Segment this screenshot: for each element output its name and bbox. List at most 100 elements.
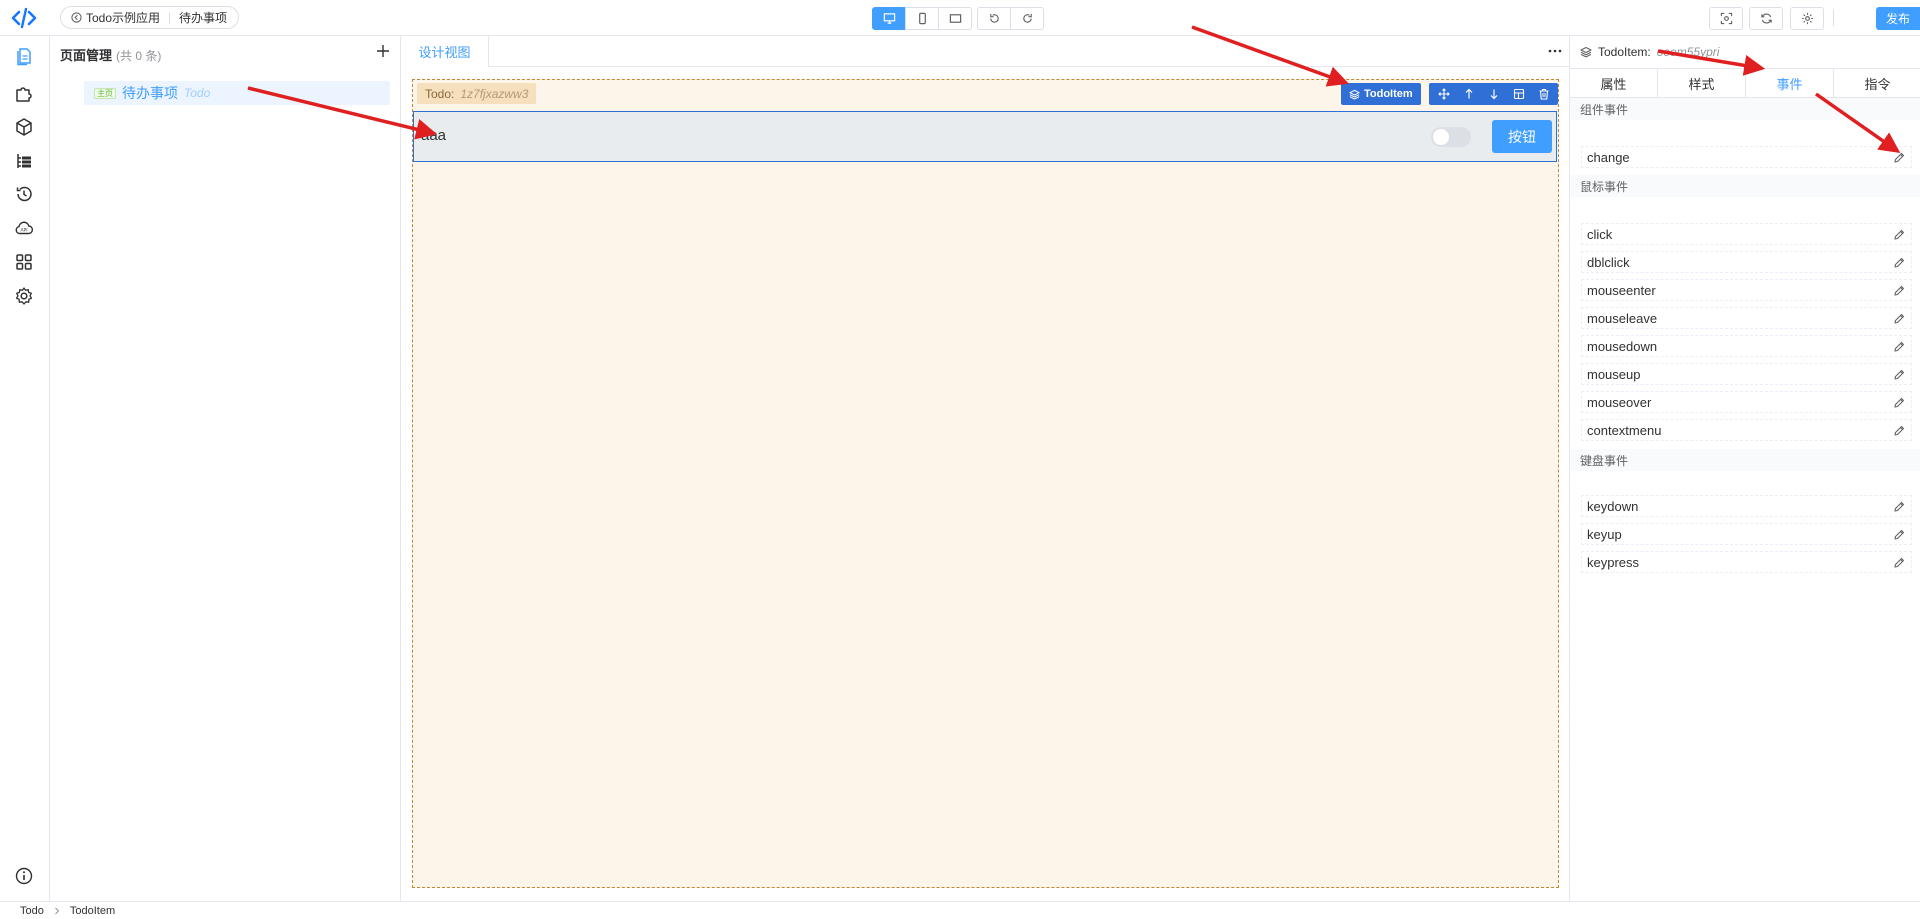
event-name: keyup [1587,526,1622,542]
root-component-id: 1z7fjxazww3 [460,86,529,101]
event-row-mousedown[interactable]: mousedown [1581,335,1912,357]
config-rail-button[interactable] [12,284,36,308]
about-rail-button[interactable] [12,864,36,888]
plus-icon [377,45,389,57]
refresh-icon [1760,13,1772,24]
edit-pencil-icon[interactable] [1893,152,1905,164]
todo-done-switch[interactable] [1431,127,1471,147]
event-row-dblclick[interactable]: dblclick [1581,251,1912,273]
pages-rail-button[interactable] [12,44,36,68]
divider [169,11,171,24]
edit-pencil-icon[interactable] [1893,529,1905,541]
canvas-tabs: 设计视图 [401,36,1569,67]
edit-pencil-icon[interactable] [1893,313,1905,325]
edit-pencil-icon[interactable] [1893,557,1905,569]
move-up-button[interactable] [1456,83,1481,105]
move-icon [1437,88,1450,100]
edit-pencil-icon[interactable] [1893,397,1905,409]
event-name: mouseleave [1587,310,1658,326]
activity-bar: API [0,36,50,901]
tab-design-view[interactable]: 设计视图 [401,36,489,67]
component-id: oeem55ypri [1656,45,1720,59]
edit-pencil-icon[interactable] [1893,341,1905,353]
breadcrumb-root[interactable]: Todo [20,905,44,917]
move-down-button[interactable] [1481,83,1506,105]
event-row-keyup[interactable]: keyup [1581,523,1912,545]
publish-button[interactable]: 发布 [1876,7,1920,30]
todo-item-component[interactable]: aaa 按钮 [413,111,1557,162]
event-row-keydown[interactable]: keydown [1581,495,1912,517]
event-name: mouseenter [1587,282,1656,298]
tablet-icon [949,14,961,23]
svg-text:API: API [20,228,27,234]
apps-rail-button[interactable] [12,250,36,274]
app-name[interactable]: Todo示例应用 [86,9,160,26]
tab-styles[interactable]: 样式 [1658,69,1746,97]
api-rail-button[interactable]: API [12,216,36,240]
page-root-container[interactable]: Todo: 1z7fjxazww3 TodoItem aaa 按钮 [412,79,1559,888]
layers-icon [1580,46,1592,58]
desktop-view-button[interactable] [872,7,906,30]
more-options-icon[interactable] [1547,44,1563,58]
component-name: TodoItem: [1598,45,1651,59]
page-name[interactable]: 待办事项 [179,9,227,26]
event-name: change [1587,149,1630,165]
event-row-mouseenter[interactable]: mouseenter [1581,279,1912,301]
edit-pencil-icon[interactable] [1893,257,1905,269]
drag-move-button[interactable] [1431,83,1456,105]
tablet-view-button[interactable] [938,7,972,30]
selected-component-tag[interactable]: TodoItem [1341,83,1421,105]
blocks-rail-button[interactable] [12,115,36,139]
todo-item-text: aaa [421,127,447,144]
breadcrumb-current[interactable]: TodoItem [70,905,115,917]
todo-item-button[interactable]: 按钮 [1492,120,1552,153]
page-item-code: Todo [184,86,211,100]
page-item-name[interactable]: 待办事项 [122,83,178,103]
arrow-down-icon [1490,89,1497,100]
event-row-mouseleave[interactable]: mouseleave [1581,307,1912,329]
copy-icon [1513,88,1524,100]
root-component-label[interactable]: Todo: 1z7fjxazww3 [417,83,537,104]
page-list-item[interactable]: 主页 待办事项 Todo [84,81,390,105]
edit-pencil-icon[interactable] [1893,425,1905,437]
copy-button[interactable] [1506,83,1531,105]
event-row-mouseover[interactable]: mouseover [1581,391,1912,413]
mobile-view-button[interactable] [905,7,939,30]
components-rail-button[interactable] [12,81,36,105]
keyboard-events-section: 键盘事件 [1570,449,1920,471]
undo-button[interactable] [977,7,1011,30]
event-name: contextmenu [1587,422,1662,438]
delete-button[interactable] [1531,83,1556,105]
history-rail-button[interactable] [12,182,36,206]
event-row-click[interactable]: click [1581,223,1912,245]
design-canvas-area: 设计视图 Todo: 1z7fjxazww3 TodoItem aaa 按钮 [401,36,1569,901]
edit-pencil-icon[interactable] [1893,229,1905,241]
device-switcher [872,7,972,30]
refresh-button[interactable] [1749,7,1783,30]
event-row-mouseup[interactable]: mouseup [1581,363,1912,385]
selected-component-name: TodoItem [1364,88,1413,100]
settings-button[interactable] [1790,7,1824,30]
event-row-change[interactable]: change [1581,146,1912,168]
app-page-breadcrumb[interactable]: Todo示例应用 待办事项 [60,6,240,29]
outline-rail-button[interactable] [12,149,36,173]
tab-properties[interactable]: 属性 [1570,69,1658,97]
add-page-button[interactable] [374,42,392,60]
arrow-up-icon [1465,88,1472,99]
code-logo-icon[interactable] [11,6,37,30]
app-root: Todo示例应用 待办事项 发布 API 页面管理 (共 0 条) 主页 待办事… [0,0,1920,919]
preview-button[interactable] [1709,7,1743,30]
edit-pencil-icon[interactable] [1893,501,1905,513]
edit-pencil-icon[interactable] [1893,369,1905,381]
panel-title: 页面管理 (共 0 条) [60,45,161,64]
tab-events[interactable]: 事件 [1746,69,1834,97]
event-row-contextmenu[interactable]: contextmenu [1581,419,1912,441]
home-page-badge: 主页 [94,87,116,99]
top-toolbar: Todo示例应用 待办事项 发布 [0,0,1920,36]
monitor-icon [883,13,895,24]
event-row-keypress[interactable]: keypress [1581,551,1912,573]
redo-button[interactable] [1010,7,1044,30]
tab-directives[interactable]: 指令 [1834,69,1920,97]
gear-icon [1801,12,1813,25]
edit-pencil-icon[interactable] [1893,285,1905,297]
